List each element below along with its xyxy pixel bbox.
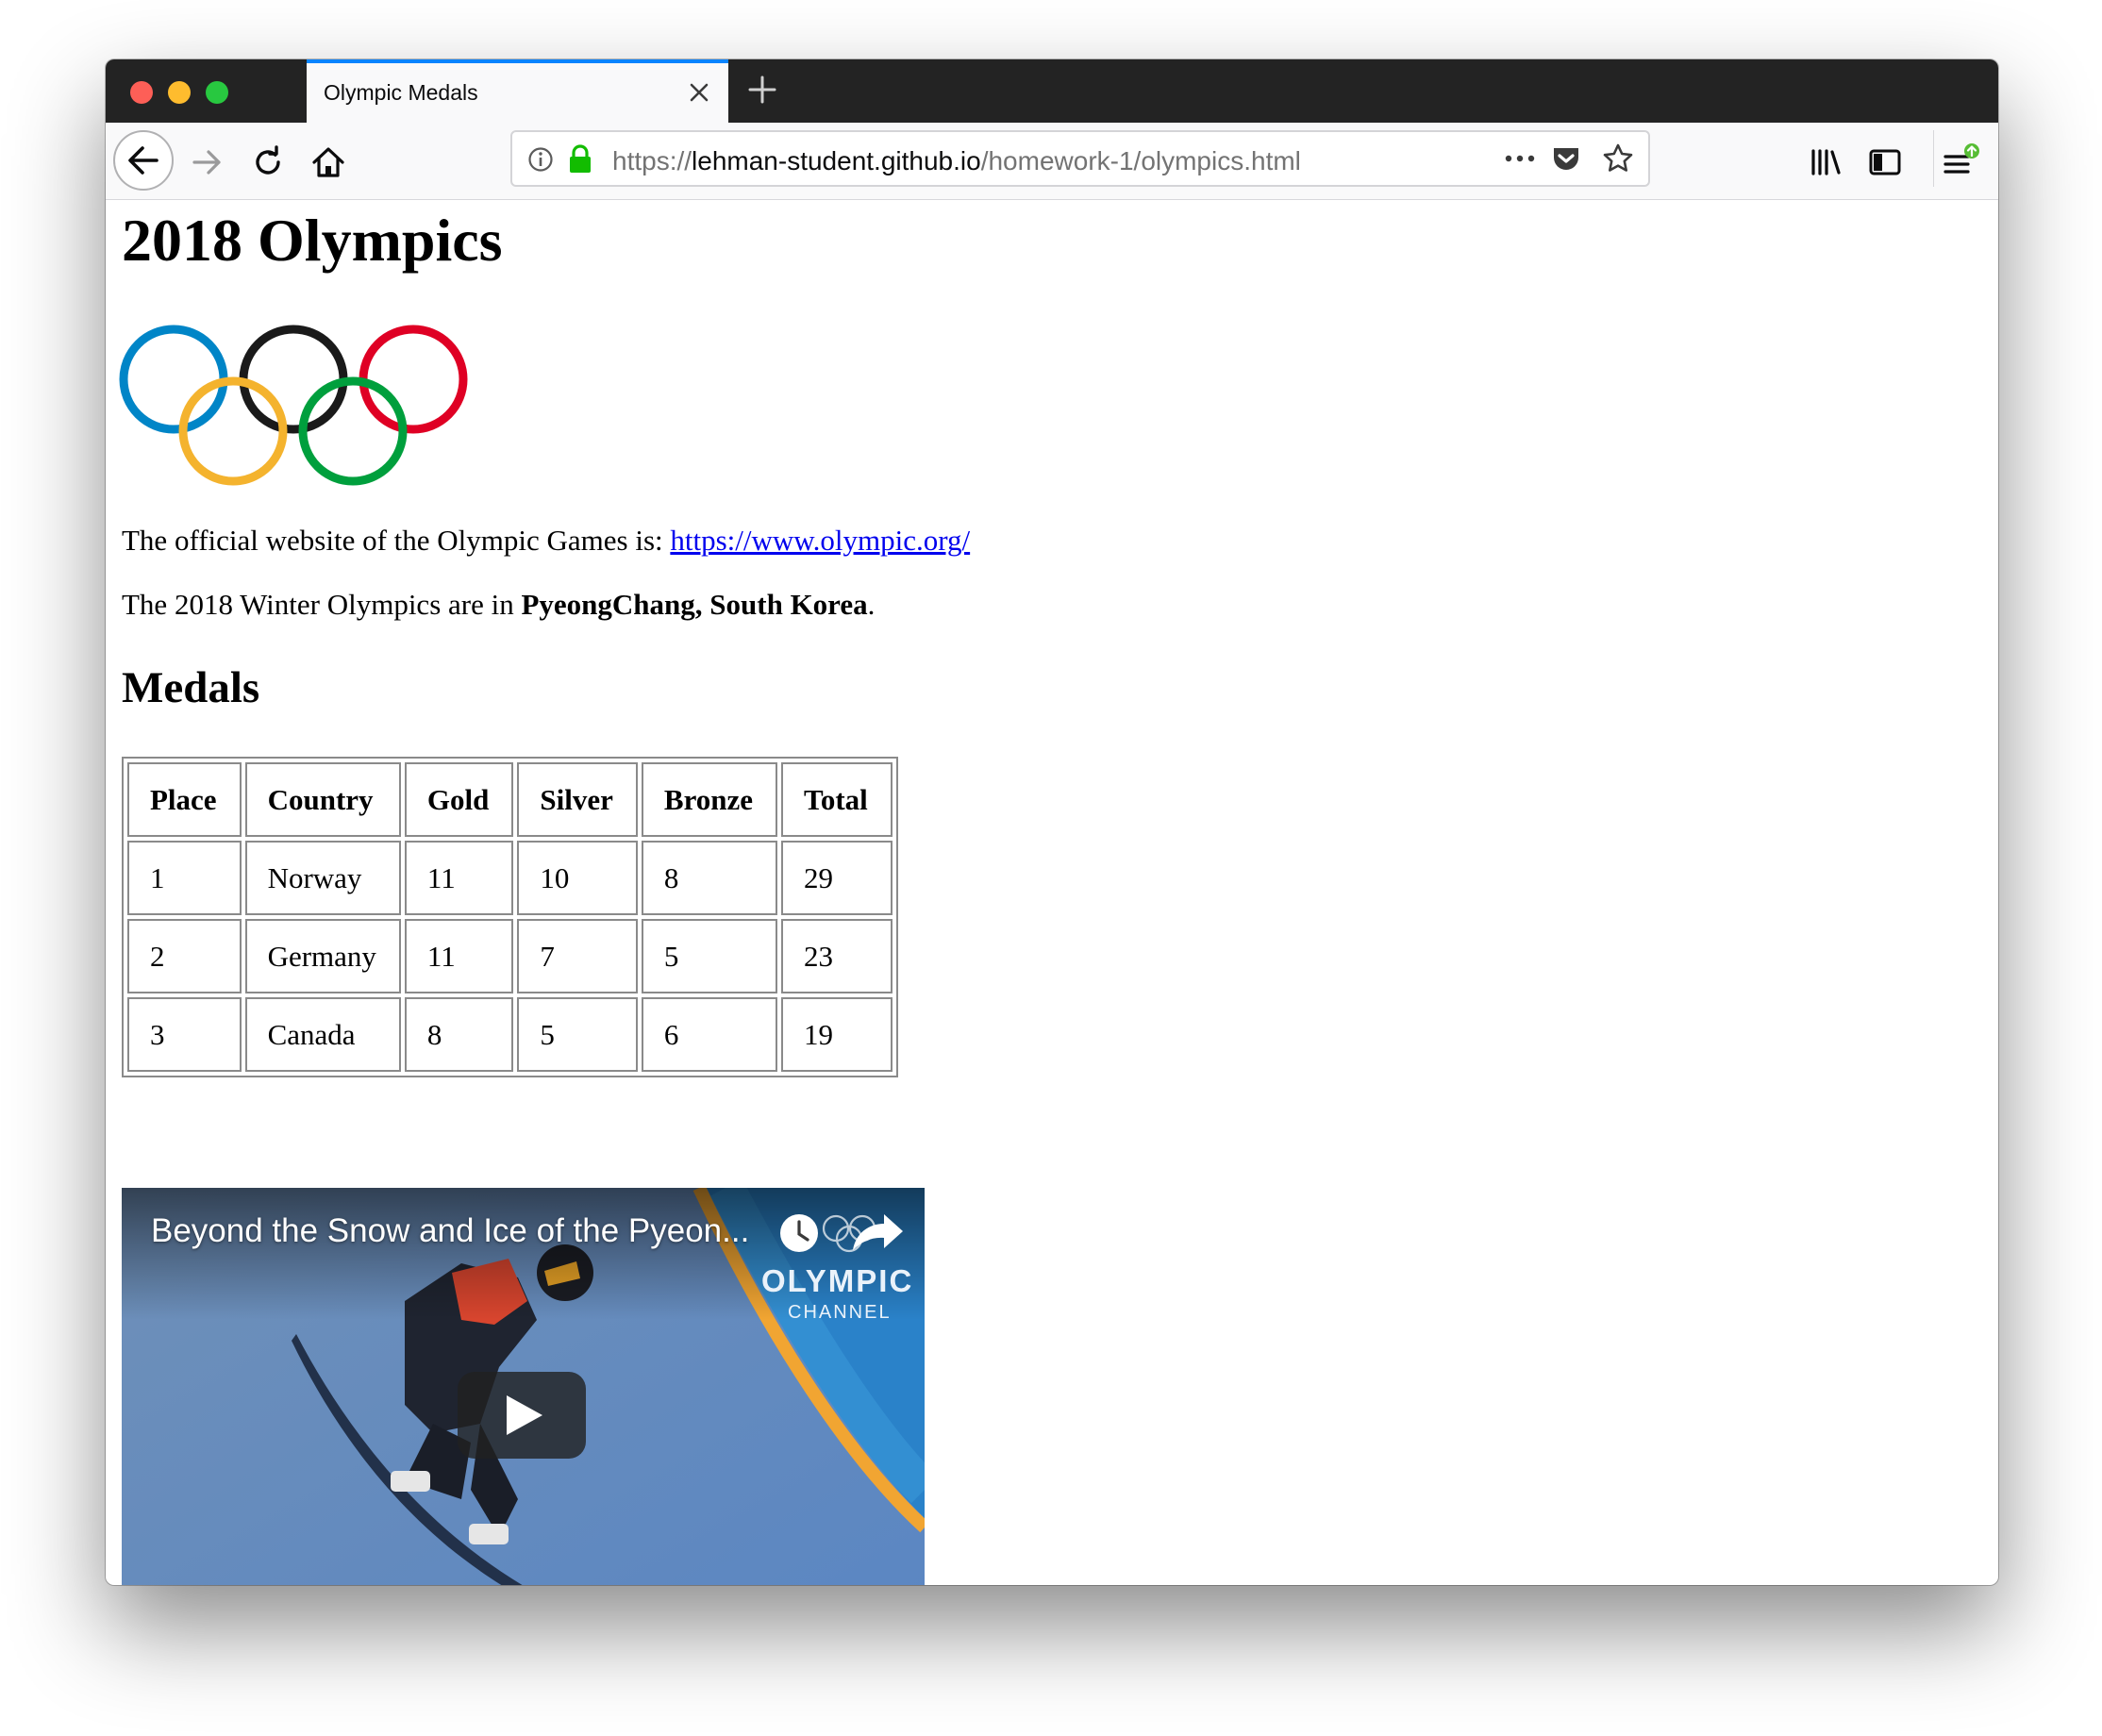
table-cell: 11: [404, 919, 514, 993]
table-cell: 5: [517, 997, 638, 1072]
header-country: Country: [244, 762, 401, 837]
table-cell: 10: [517, 841, 638, 915]
secure-lock-icon[interactable]: [567, 143, 593, 174]
new-tab-icon[interactable]: [745, 73, 779, 107]
official-site-link[interactable]: https://www.olympic.org/: [670, 524, 970, 557]
reload-icon[interactable]: [249, 143, 287, 181]
channel-brand-name: OLYMPIC: [761, 1263, 914, 1298]
table-cell: 3: [127, 997, 242, 1072]
table-row: 2 Germany 11 7 5 23: [127, 919, 893, 993]
url-text: https://lehman-student.github.io/homewor…: [612, 146, 1301, 176]
olympic-rings-logo: [119, 325, 468, 486]
header-bronze: Bronze: [641, 762, 778, 837]
table-cell: 2: [127, 919, 242, 993]
header-total: Total: [781, 762, 893, 837]
page-title: 2018 Olympics: [122, 207, 503, 274]
video-title[interactable]: Beyond the Snow and Ice of the Pyeon...: [151, 1212, 749, 1250]
back-arrow-icon: [128, 146, 158, 175]
header-silver: Silver: [517, 762, 638, 837]
url-scheme: https://: [612, 146, 692, 175]
channel-brand-subtitle: CHANNEL: [788, 1302, 892, 1323]
zoom-window-button[interactable]: [206, 81, 228, 104]
address-bar[interactable]: https://lehman-student.github.io/homewor…: [510, 130, 1650, 187]
table-cell: 7: [517, 919, 638, 993]
menu-icon[interactable]: [1940, 143, 1981, 181]
table-cell: 1: [127, 841, 242, 915]
location-name: PyeongChang, South Korea: [521, 588, 868, 621]
table-header-row: Place Country Gold Silver Bronze Total: [127, 762, 893, 837]
table-cell: 8: [404, 997, 514, 1072]
table-cell: 29: [781, 841, 893, 915]
tab-bar: Olympic Medals: [106, 59, 1998, 123]
medals-heading: Medals: [122, 663, 260, 712]
location-prefix: The 2018 Winter Olympics are in: [122, 588, 522, 621]
location-paragraph: The 2018 Winter Olympics are in PyeongCh…: [122, 588, 875, 622]
table-cell: Canada: [244, 997, 401, 1072]
table-row: 1 Norway 11 10 8 29: [127, 841, 893, 915]
official-site-paragraph: The official website of the Olympic Game…: [122, 524, 970, 558]
navigation-toolbar: https://lehman-student.github.io/homewor…: [106, 123, 1998, 200]
home-icon[interactable]: [309, 143, 347, 181]
table-cell: 23: [781, 919, 893, 993]
url-path: /homework-1/olympics.html: [980, 146, 1301, 175]
back-button[interactable]: [113, 130, 174, 191]
table-cell: Germany: [244, 919, 401, 993]
more-actions-icon[interactable]: [1503, 147, 1537, 170]
url-host: lehman-student.github.io: [692, 146, 981, 175]
tab-olympic-medals[interactable]: Olympic Medals: [307, 59, 728, 123]
table-row: 3 Canada 8 5 6 19: [127, 997, 893, 1072]
close-window-button[interactable]: [130, 81, 153, 104]
tab-title: Olympic Medals: [324, 80, 478, 105]
table-cell: 19: [781, 997, 893, 1072]
table-cell: Norway: [244, 841, 401, 915]
table-cell: 8: [641, 841, 778, 915]
page-content: 2018 Olympics The official website of th…: [106, 200, 1998, 1585]
table-cell: 11: [404, 841, 514, 915]
toolbar-separator: [1933, 130, 1934, 187]
bookmark-star-icon[interactable]: [1602, 142, 1634, 175]
embedded-video[interactable]: Beyond the Snow and Ice of the Pyeon... …: [122, 1188, 925, 1585]
tab-close-icon[interactable]: [687, 80, 711, 105]
medals-table: Place Country Gold Silver Bronze Total 1…: [122, 757, 898, 1077]
info-icon[interactable]: [527, 146, 554, 173]
location-suffix: .: [867, 588, 876, 621]
pocket-icon[interactable]: [1551, 143, 1581, 174]
browser-window: Olympic Medals https://lehman-student.gi…: [106, 59, 1998, 1585]
official-site-text: The official website of the Olympic Game…: [122, 524, 671, 557]
header-gold: Gold: [404, 762, 514, 837]
sidebar-icon[interactable]: [1866, 143, 1904, 181]
watch-later-icon[interactable]: [780, 1214, 818, 1252]
header-place: Place: [127, 762, 242, 837]
forward-arrow-icon[interactable]: [189, 143, 226, 181]
table-cell: 5: [641, 919, 778, 993]
table-cell: 6: [641, 997, 778, 1072]
minimize-window-button[interactable]: [168, 81, 191, 104]
library-icon[interactable]: [1807, 143, 1844, 181]
